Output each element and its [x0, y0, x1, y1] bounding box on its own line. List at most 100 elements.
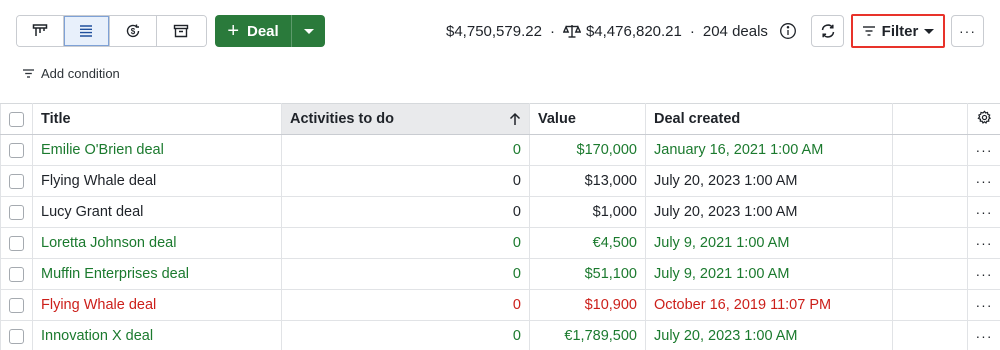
- add-condition-label: Add condition: [41, 66, 120, 81]
- filter-icon: [23, 69, 34, 78]
- empty-cell: [892, 196, 968, 228]
- filter-icon: [862, 26, 875, 36]
- deal-created-date: July 20, 2023 1:00 AM: [645, 196, 893, 228]
- row-checkbox[interactable]: [9, 235, 24, 251]
- add-condition-button[interactable]: Add condition: [22, 66, 120, 81]
- add-deal-label: Deal: [247, 22, 279, 40]
- row-checkbox[interactable]: [9, 297, 24, 313]
- archive-view-button[interactable]: [156, 16, 206, 46]
- empty-cell: [892, 165, 968, 197]
- column-header-value[interactable]: Value: [529, 103, 646, 135]
- plus-icon: +: [227, 20, 239, 42]
- row-checkbox[interactable]: [9, 328, 24, 344]
- row-checkbox[interactable]: [9, 204, 24, 220]
- refresh-icon: [821, 24, 834, 38]
- scale-icon: [562, 25, 581, 38]
- filter-button[interactable]: Filter: [851, 14, 945, 48]
- row-menu-cell: ···: [967, 134, 1000, 166]
- deal-title[interactable]: Muffin Enterprises deal: [32, 258, 282, 290]
- row-checkbox[interactable]: [9, 173, 24, 189]
- deal-title[interactable]: Lucy Grant deal: [32, 196, 282, 228]
- chevron-down-icon: [303, 28, 314, 34]
- list-icon: [80, 25, 93, 37]
- info-icon[interactable]: [779, 22, 797, 40]
- deal-title[interactable]: Innovation X deal: [32, 320, 282, 350]
- deal-title[interactable]: Flying Whale deal: [32, 165, 282, 197]
- arrow-up-icon: [509, 112, 521, 125]
- row-select-cell: [0, 227, 33, 259]
- empty-cell: [892, 258, 968, 290]
- activities-count: 0: [281, 227, 530, 259]
- activities-count: 0: [281, 258, 530, 290]
- deal-value: €1,789,500: [529, 320, 646, 350]
- column-settings-cell: [967, 103, 1000, 135]
- svg-text:$: $: [131, 27, 136, 36]
- table-row[interactable]: Loretta Johnson deal 0 €4,500 July 9, 2021 …: [0, 227, 1000, 259]
- add-deal-split-button: + Deal: [215, 15, 325, 47]
- deal-created-date: July 20, 2023 1:00 AM: [645, 165, 893, 197]
- refresh-button[interactable]: [811, 15, 844, 47]
- more-icon[interactable]: ···: [976, 266, 993, 282]
- add-deal-button[interactable]: + Deal: [215, 15, 292, 47]
- more-icon[interactable]: ···: [976, 142, 993, 158]
- row-menu-cell: ···: [967, 289, 1000, 321]
- forecast-view-button[interactable]: $: [110, 16, 157, 46]
- deal-created-date: July 9, 2021 1:00 AM: [645, 227, 893, 259]
- table-row[interactable]: Innovation X deal 0 €1,789,500 July 20, 202…: [0, 320, 1000, 350]
- deal-title[interactable]: Flying Whale deal: [32, 289, 282, 321]
- table-row[interactable]: Lucy Grant deal 0 $1,000 July 20, 2023 1:00…: [0, 196, 1000, 228]
- deal-created-date: July 20, 2023 1:00 AM: [645, 320, 893, 350]
- more-icon: ···: [959, 23, 976, 39]
- deal-created-date: October 16, 2019 11:07 PM: [645, 289, 893, 321]
- deal-title[interactable]: Emilie O'Brien deal: [32, 134, 282, 166]
- more-icon[interactable]: ···: [976, 204, 993, 220]
- activities-count: 0: [281, 320, 530, 350]
- row-checkbox[interactable]: [9, 266, 24, 282]
- more-icon[interactable]: ···: [976, 235, 993, 251]
- deal-count: 204 deals: [702, 22, 768, 40]
- deal-title[interactable]: Loretta Johnson deal: [32, 227, 282, 259]
- deal-created-date: January 16, 2021 1:00 AM: [645, 134, 893, 166]
- kanban-icon: [32, 24, 47, 36]
- gear-icon[interactable]: [976, 109, 992, 125]
- column-header-title[interactable]: Title: [32, 103, 282, 135]
- row-select-cell: [0, 165, 33, 197]
- row-select-cell: [0, 258, 33, 290]
- weighted-value: $4,476,820.21: [585, 22, 682, 40]
- total-value: $4,750,579.22: [446, 22, 542, 40]
- deals-summary: $4,750,579.22 · $4,476,820.21 · 204 deal…: [446, 21, 797, 41]
- row-select-cell: [0, 134, 33, 166]
- deal-value: $1,000: [529, 196, 646, 228]
- row-menu-cell: ···: [967, 196, 1000, 228]
- more-icon[interactable]: ···: [976, 173, 993, 189]
- table-row[interactable]: Flying Whale deal 0 $10,900 October 16, 201…: [0, 289, 1000, 321]
- column-header-activities-label: Activities to do: [290, 111, 394, 127]
- list-view-button[interactable]: [63, 16, 111, 46]
- table-row[interactable]: Emilie O'Brien deal 0 $170,000 January 16, …: [0, 134, 1000, 166]
- row-select-cell: [0, 289, 33, 321]
- more-icon[interactable]: ···: [976, 328, 993, 344]
- select-all-checkbox[interactable]: [9, 111, 24, 127]
- activities-count: 0: [281, 289, 530, 321]
- add-deal-dropdown-button[interactable]: [292, 15, 325, 47]
- filter-label: Filter: [881, 22, 919, 40]
- table-row[interactable]: Flying Whale deal 0 $13,000 July 20, 2023 1…: [0, 165, 1000, 197]
- view-switcher: $: [16, 15, 207, 47]
- activities-count: 0: [281, 134, 530, 166]
- column-header-activities[interactable]: Activities to do: [281, 103, 530, 135]
- row-checkbox[interactable]: [9, 142, 24, 158]
- table-row[interactable]: Muffin Enterprises deal 0 $51,100 July 9, 2…: [0, 258, 1000, 290]
- empty-cell: [892, 289, 968, 321]
- empty-cell: [892, 227, 968, 259]
- separator-dot: ·: [689, 22, 695, 40]
- pipeline-view-button[interactable]: [17, 16, 64, 46]
- row-menu-cell: ···: [967, 165, 1000, 197]
- column-header-deal-created[interactable]: Deal created: [645, 103, 893, 135]
- empty-cell: [892, 320, 968, 350]
- separator-dot: ·: [549, 22, 555, 40]
- deal-value: $13,000: [529, 165, 646, 197]
- more-options-button[interactable]: ···: [951, 15, 984, 47]
- column-header-empty: [892, 103, 968, 135]
- more-icon[interactable]: ···: [976, 297, 993, 313]
- activities-count: 0: [281, 196, 530, 228]
